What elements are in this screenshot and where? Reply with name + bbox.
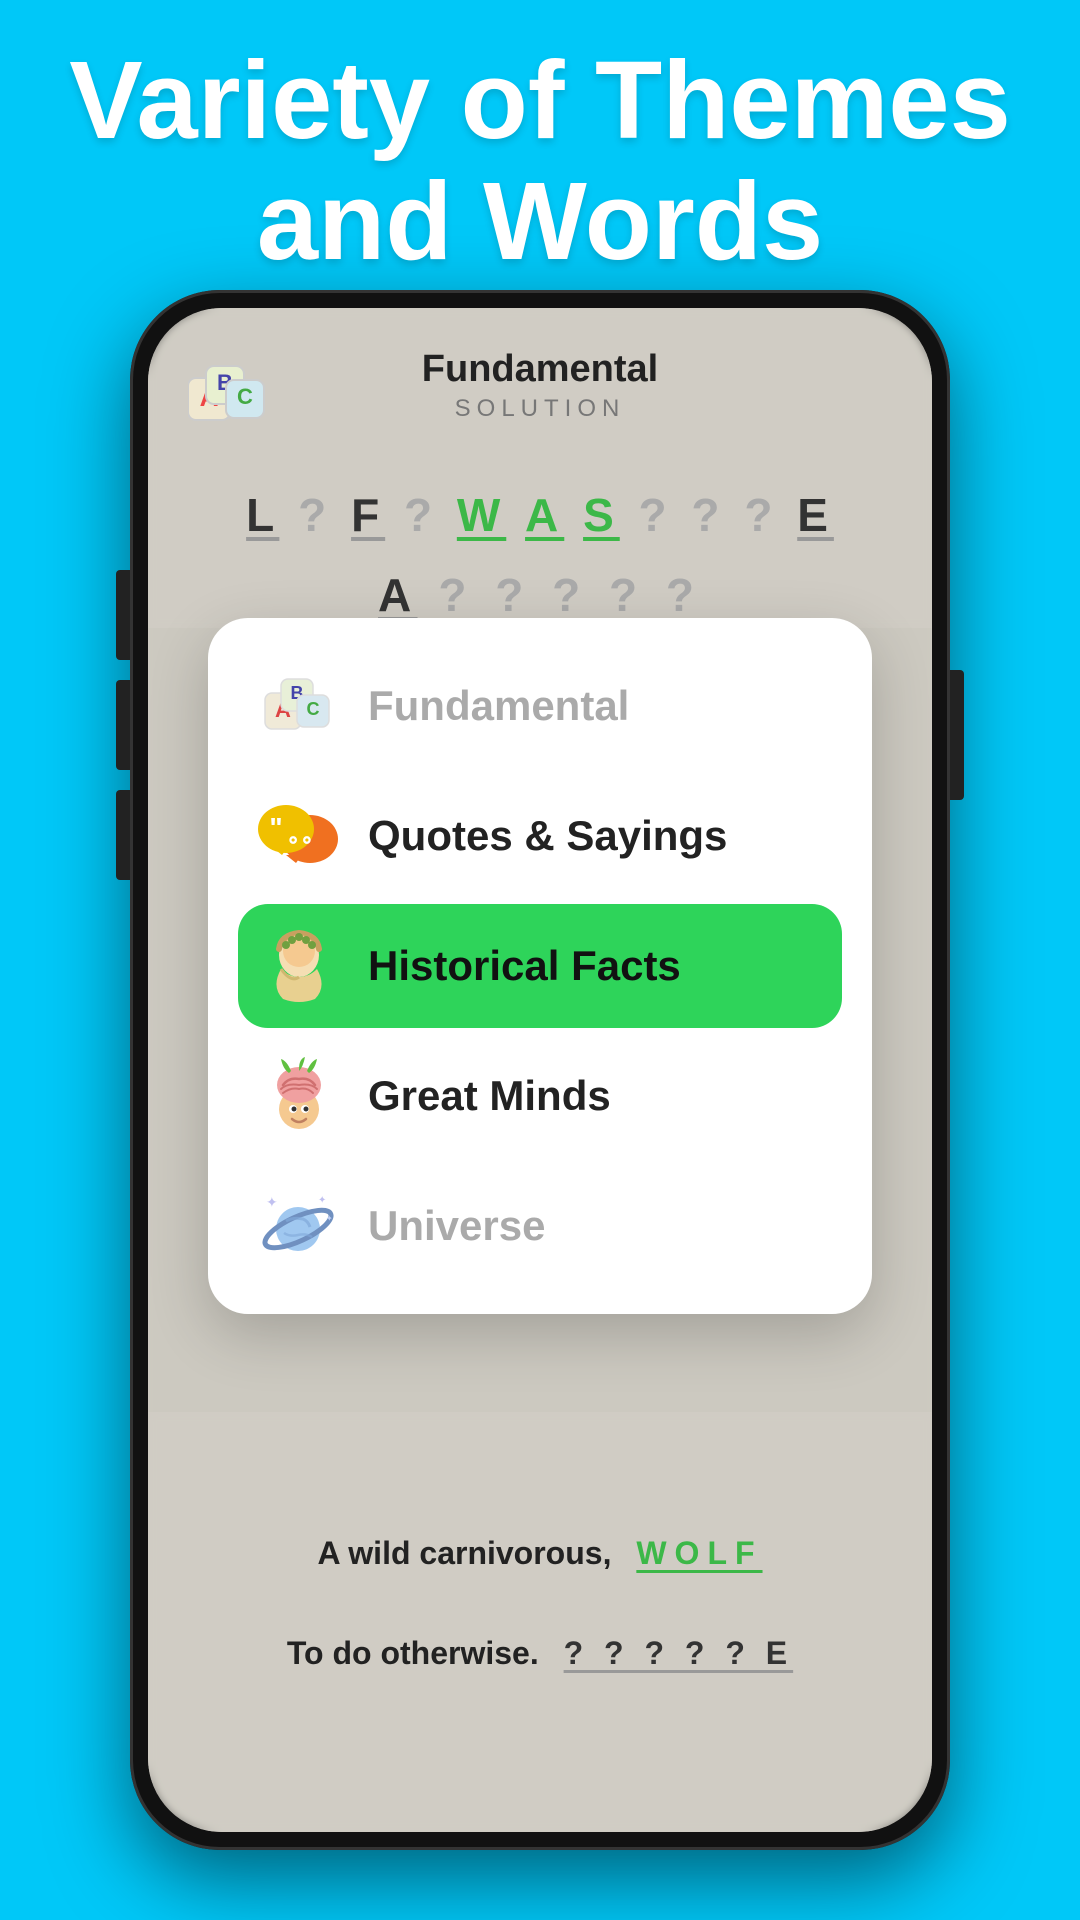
- clue-2-text: To do otherwise.: [287, 1635, 539, 1671]
- letter-q10: ?: [666, 569, 702, 621]
- menu-item-universe[interactable]: ✦ ✦ ✦ Universe: [238, 1164, 842, 1288]
- letter-A2: A: [378, 569, 418, 621]
- svg-text:∘∘: ∘∘: [286, 827, 314, 852]
- menu-item-fundamental[interactable]: A B C Fundamental: [238, 644, 842, 768]
- letter-q6: ?: [438, 569, 474, 621]
- letter-E: E: [797, 489, 834, 541]
- abc-blocks-icon: A B C: [258, 666, 338, 746]
- letter-W: W: [457, 489, 506, 541]
- svg-text:✦: ✦: [318, 1195, 326, 1206]
- letter-S: S: [583, 489, 620, 541]
- historical-person-icon: [258, 926, 338, 1006]
- svg-text:C: C: [307, 699, 320, 719]
- svg-text:": ": [269, 812, 282, 843]
- phone-screen: A B C Fundamental SOLUTION L ? F ? W A S: [148, 308, 932, 1832]
- letter-A: A: [525, 489, 564, 541]
- letter-q3: ?: [639, 489, 673, 541]
- quotes-label: Quotes & Sayings: [368, 812, 727, 860]
- brain-person-icon: [258, 1056, 338, 1136]
- letter-q2: ?: [404, 489, 438, 541]
- letter-q8: ?: [552, 569, 588, 621]
- app-logo-icon: A B C: [188, 358, 268, 443]
- letter-q7: ?: [495, 569, 531, 621]
- hero-title-line2: and Words: [60, 161, 1020, 282]
- letter-q5: ?: [744, 489, 778, 541]
- clue-1: A wild carnivorous, WOLF: [148, 1535, 932, 1572]
- menu-item-great-minds[interactable]: Great Minds: [238, 1034, 842, 1158]
- letter-F: F: [351, 489, 385, 541]
- speech-bubbles-icon: " ∘∘: [258, 796, 338, 876]
- clue-2-answer: ? ? ? ? ? E: [564, 1635, 794, 1671]
- historical-label: Historical Facts: [368, 942, 681, 990]
- great-minds-label: Great Minds: [368, 1072, 611, 1120]
- letter-L: L: [246, 489, 279, 541]
- letter-q1: ?: [298, 489, 332, 541]
- letter-q4: ?: [691, 489, 725, 541]
- hero-title-line1: Variety of Themes: [60, 40, 1020, 161]
- letter-row-1: L ? F ? W A S ? ? ? E: [148, 488, 932, 542]
- menu-item-historical[interactable]: Historical Facts: [238, 904, 842, 1028]
- letter-row-2: A ? ? ? ? ?: [148, 568, 932, 622]
- clue-2: To do otherwise. ? ? ? ? ? E: [148, 1635, 932, 1672]
- theme-dropdown: A B C Fundamental: [208, 618, 872, 1314]
- phone-mockup: A B C Fundamental SOLUTION L ? F ? W A S: [130, 290, 950, 1850]
- hero-title: Variety of Themes and Words: [0, 40, 1080, 282]
- letter-q9: ?: [609, 569, 645, 621]
- blur-bottom: [148, 1412, 932, 1832]
- svg-text:✦: ✦: [266, 1194, 278, 1210]
- svg-text:C: C: [237, 384, 253, 409]
- planet-icon: ✦ ✦ ✦: [258, 1186, 338, 1266]
- fundamental-label: Fundamental: [368, 682, 629, 730]
- menu-item-quotes[interactable]: " ∘∘ Quotes & Sayings: [238, 774, 842, 898]
- clue-1-answer: WOLF: [636, 1535, 762, 1571]
- svg-text:✦: ✦: [326, 1214, 333, 1223]
- clue-1-text: A wild carnivorous,: [317, 1535, 611, 1571]
- universe-label: Universe: [368, 1202, 545, 1250]
